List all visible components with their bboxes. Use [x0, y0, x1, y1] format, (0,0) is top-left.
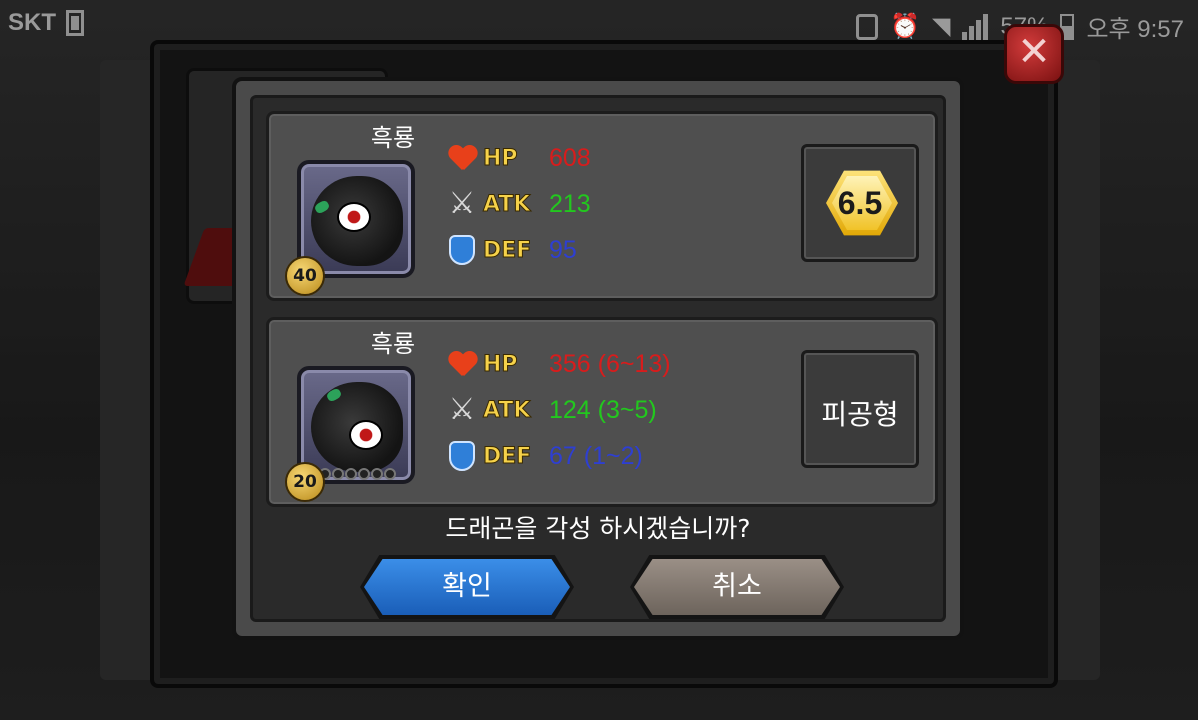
dragon-eye	[349, 420, 383, 450]
hp-stat: HP 608	[445, 140, 591, 176]
star-slot	[345, 468, 357, 480]
heart-icon	[448, 352, 476, 376]
dragon-name: 흑룡	[370, 330, 416, 358]
hp-label: HP	[483, 351, 519, 377]
awakening-dialog: 흑룡 40 HP 608 ⚔ ATK 213 DEF 95 6.5 흑룡 20 …	[232, 77, 964, 640]
def-stat: DEF 95	[445, 232, 577, 268]
star-slot	[384, 468, 396, 480]
signal-icon	[962, 13, 989, 40]
atk-label: ATK	[483, 397, 531, 423]
def-stat: DEF 67 (1~2)	[445, 438, 643, 474]
close-icon[interactable]: ✕	[1004, 24, 1064, 84]
def-value: 67 (1~2)	[549, 441, 643, 470]
crossed-swords-icon: ⚔	[448, 392, 476, 427]
confirm-question: 드래곤을 각성 하시겠습니까?	[445, 514, 751, 543]
atk-label: ATK	[483, 191, 531, 217]
star-slot	[358, 468, 370, 480]
atk-stat: ⚔ ATK 213	[445, 186, 591, 222]
awakened-dragon-card: 흑룡 20 HP 356 (6~13) ⚔ ATK 124 (3~5) DEF …	[266, 317, 938, 507]
star-rating	[319, 468, 396, 480]
dragon-type: 피공형	[821, 398, 899, 431]
crossed-swords-icon: ⚔	[448, 186, 476, 221]
atk-value: 124 (3~5)	[549, 395, 657, 424]
star-slot	[332, 468, 344, 480]
current-dragon-card: 흑룡 40 HP 608 ⚔ ATK 213 DEF 95 6.5	[266, 111, 938, 301]
atk-value: 213	[549, 189, 591, 218]
level-badge: 20	[285, 462, 325, 502]
def-label: DEF	[483, 237, 532, 263]
star-slot	[371, 468, 383, 480]
alarm-icon: ⏰	[890, 13, 920, 40]
carrier-label: SKT	[8, 9, 56, 36]
hp-value: 608	[549, 143, 591, 172]
def-label: DEF	[483, 443, 532, 469]
level-badge: 40	[285, 256, 325, 296]
dragon-eye	[337, 202, 371, 232]
heart-icon	[448, 146, 476, 170]
wifi-icon: ◥	[931, 13, 951, 40]
sim-icon	[66, 10, 84, 36]
hp-stat: HP 356 (6~13)	[445, 346, 671, 382]
hp-value: 356 (6~13)	[549, 349, 671, 378]
atk-stat: ⚔ ATK 124 (3~5)	[445, 392, 657, 428]
def-value: 95	[549, 235, 577, 264]
type-box: 피공형	[801, 350, 919, 468]
dragon-name: 흑룡	[370, 124, 416, 152]
grade-box: 6.5	[801, 144, 919, 262]
hp-label: HP	[483, 145, 519, 171]
shield-icon	[449, 235, 475, 265]
grade-value: 6.5	[837, 185, 883, 221]
shield-icon	[449, 441, 475, 471]
confirm-button[interactable]: 확인	[364, 559, 570, 615]
clock: 오후 9:57	[1086, 16, 1184, 43]
vibrate-icon	[856, 13, 879, 40]
cancel-button[interactable]: 취소	[634, 559, 840, 615]
